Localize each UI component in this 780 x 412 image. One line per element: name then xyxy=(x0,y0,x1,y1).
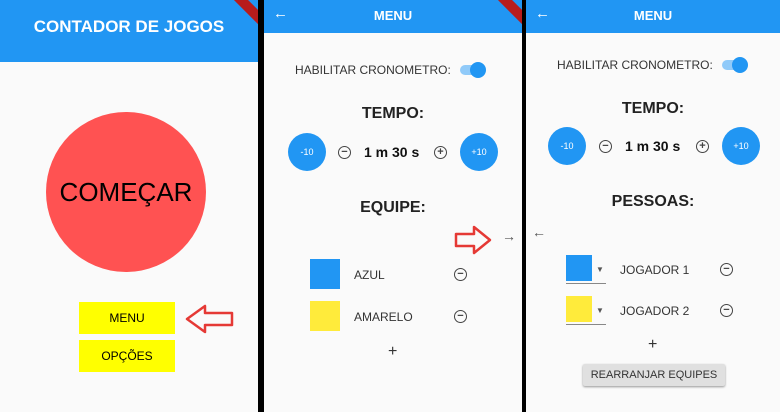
plus-10-button[interactable]: +10 xyxy=(722,127,760,165)
time-heading: TEMPO: xyxy=(361,105,425,122)
remove-circle-icon[interactable]: − xyxy=(454,310,467,323)
people-heading: PESSOAS: xyxy=(611,193,695,210)
dropdown-underline xyxy=(566,324,606,325)
player-team-swatch[interactable] xyxy=(566,296,592,322)
minus-circle-icon[interactable]: − xyxy=(599,140,612,153)
add-player-button[interactable]: + xyxy=(648,336,657,354)
timer-toggle[interactable] xyxy=(460,62,486,78)
remove-circle-icon[interactable]: − xyxy=(454,268,467,281)
player-name: JOGADOR 2 xyxy=(620,304,690,318)
player-team-swatch[interactable] xyxy=(566,255,592,281)
menu-screen-people: ← MENU HABILITAR CRONOMETRO: TEMPO: -10 … xyxy=(526,0,780,412)
minus-10-button[interactable]: -10 xyxy=(548,127,586,165)
plus-circle-icon[interactable]: + xyxy=(696,140,709,153)
home-screen: CONTADOR DE JOGOS COMEÇAR MENU OPÇÕES xyxy=(0,0,258,412)
minus-10-button[interactable]: -10 xyxy=(288,133,326,171)
plus-10-button[interactable]: +10 xyxy=(460,133,498,171)
player-name: JOGADOR 1 xyxy=(620,263,690,277)
annotation-arrow-left-icon xyxy=(185,304,234,334)
team-name: AMARELO xyxy=(354,310,413,324)
team-color-swatch[interactable] xyxy=(310,259,340,289)
rearrange-teams-button[interactable]: REARRANJAR EQUIPES xyxy=(583,364,725,386)
app-title: CONTADOR DE JOGOS xyxy=(33,17,225,36)
app-title: MENU xyxy=(633,8,673,23)
teams-heading: EQUIPE: xyxy=(360,199,426,216)
team-color-swatch[interactable] xyxy=(310,301,340,331)
annotation-arrow-right-icon xyxy=(454,225,492,255)
arrow-right-icon[interactable]: → xyxy=(502,228,516,244)
timer-toggle-label: HABILITAR CRONOMETRO: xyxy=(295,63,451,77)
toggle-knob xyxy=(470,62,486,78)
dropdown-caret-icon[interactable]: ▼ xyxy=(596,306,604,315)
time-value: 1 m 30 s xyxy=(364,144,420,160)
menu-button[interactable]: MENU xyxy=(79,302,175,334)
options-button[interactable]: OPÇÕES xyxy=(79,340,175,372)
start-button[interactable]: COMEÇAR xyxy=(46,112,206,272)
timer-toggle[interactable] xyxy=(722,57,748,73)
app-bar: ← MENU xyxy=(526,0,780,33)
add-team-button[interactable]: + xyxy=(388,343,397,361)
plus-circle-icon[interactable]: + xyxy=(434,146,447,159)
toggle-knob xyxy=(732,57,748,73)
team-name: AZUL xyxy=(354,268,385,282)
dropdown-caret-icon[interactable]: ▼ xyxy=(596,265,604,274)
remove-circle-icon[interactable]: − xyxy=(720,263,733,276)
app-bar: CONTADOR DE JOGOS xyxy=(0,0,258,62)
minus-circle-icon[interactable]: − xyxy=(338,146,351,159)
time-heading: TEMPO: xyxy=(621,100,685,117)
dropdown-underline xyxy=(566,283,606,284)
timer-toggle-label: HABILITAR CRONOMETRO: xyxy=(557,58,713,72)
arrow-left-icon[interactable]: ← xyxy=(532,224,546,240)
time-value: 1 m 30 s xyxy=(625,138,681,154)
app-bar: ← MENU xyxy=(264,0,522,33)
app-title: MENU xyxy=(373,8,413,23)
menu-screen-teams: ← MENU HABILITAR CRONOMETRO: TEMPO: -10 … xyxy=(264,0,522,412)
remove-circle-icon[interactable]: − xyxy=(720,304,733,317)
